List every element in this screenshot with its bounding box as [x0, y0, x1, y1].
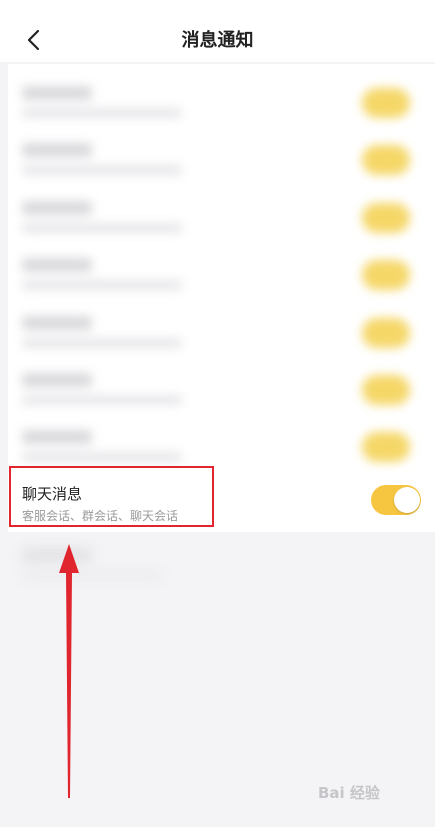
- arrow-up-icon: [50, 543, 90, 803]
- blurred-setting-row: [8, 76, 435, 132]
- blurred-setting-row: [8, 363, 435, 419]
- highlight-box: [9, 466, 214, 527]
- blurred-setting-row: [8, 306, 435, 362]
- page-title: 消息通知: [181, 30, 254, 51]
- blurred-setting-row: [8, 133, 435, 189]
- toggle-knob: [394, 487, 420, 513]
- header-bar: 消息通知: [0, 0, 435, 62]
- blurred-setting-row: [8, 248, 435, 304]
- blurred-setting-row: [8, 191, 435, 247]
- settings-list-blurred: [8, 64, 435, 475]
- chat-message-toggle[interactable]: [371, 485, 421, 515]
- watermark-logo: Bai 经验: [318, 784, 380, 802]
